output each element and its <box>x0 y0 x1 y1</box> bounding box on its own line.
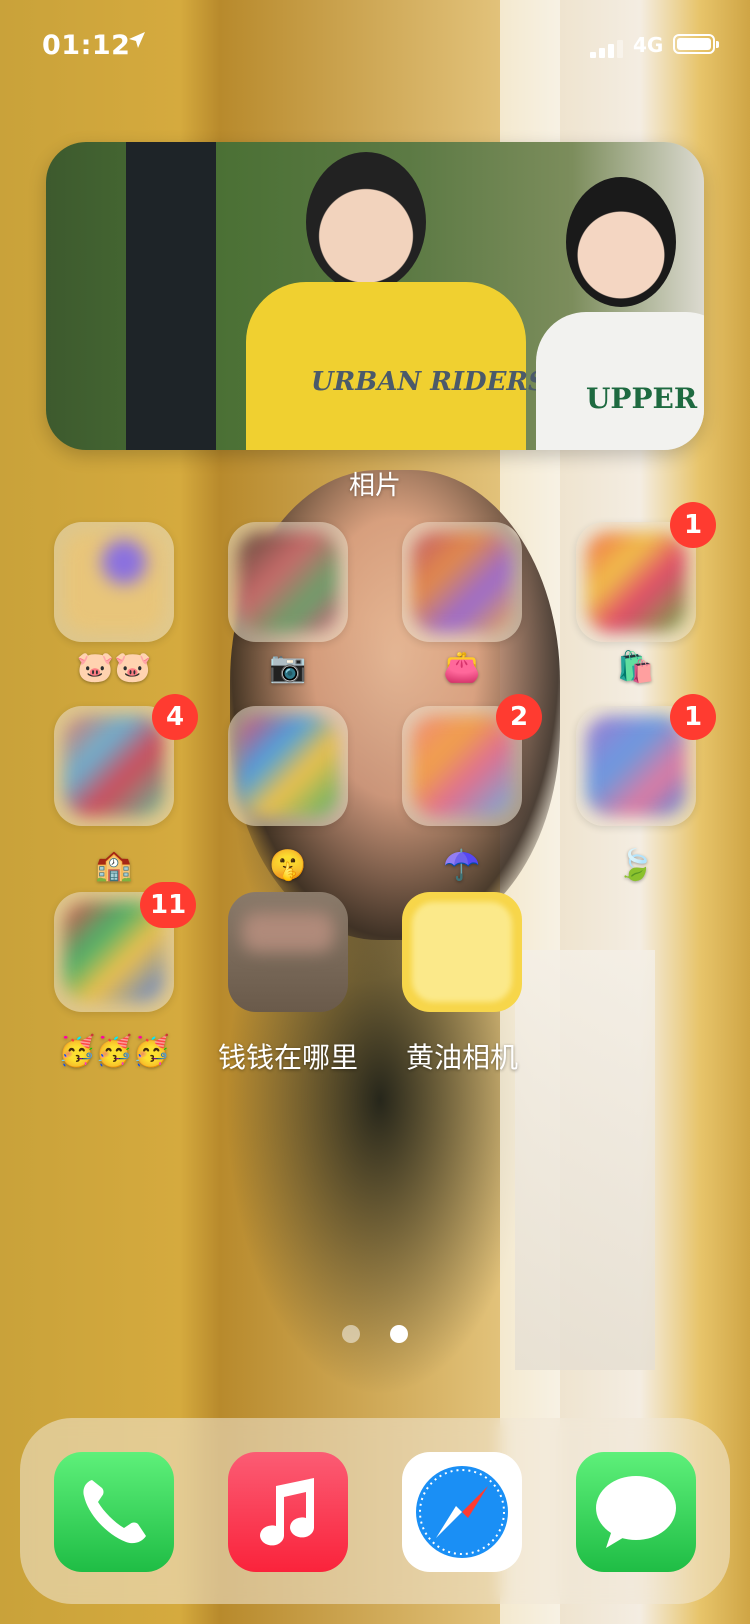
folder-6[interactable] <box>228 706 348 826</box>
folder-1[interactable] <box>54 522 174 642</box>
folder-1-label: 🐷🐷 <box>76 650 152 685</box>
widget-photo-person <box>306 152 426 292</box>
butter-camera-label: 黄油相机 <box>405 1041 518 1074</box>
folder-8-badge: 1 <box>670 694 716 740</box>
widget-photo-person-2 <box>566 177 676 307</box>
folder-4-badge: 1 <box>670 502 716 548</box>
status-bar: 01:12 4G <box>0 0 750 90</box>
widget-photo-shirt-text-2: UPPER <box>586 382 698 415</box>
butter-camera-icon[interactable] <box>402 892 522 1012</box>
money-app-label: 钱钱在哪里 <box>217 1041 358 1074</box>
folder-contents <box>64 532 164 632</box>
widget-label: 相片 <box>348 471 401 501</box>
folder-contents <box>412 532 512 632</box>
compass-icon[interactable] <box>402 1452 522 1572</box>
clock-time: 01:12 <box>42 30 131 61</box>
folder-9-badge: 11 <box>140 882 197 928</box>
money-app-icon-blur <box>242 912 334 952</box>
folder-contents <box>586 716 686 816</box>
folder-contents <box>64 716 164 816</box>
folder-3[interactable] <box>402 522 522 642</box>
folder-contents <box>238 716 338 816</box>
folder-9-label: 🥳🥳🥳 <box>57 1034 171 1069</box>
folder-2-label: 📷 <box>269 650 307 685</box>
photos-widget[interactable]: URBAN RIDERS UPPER <box>46 142 704 450</box>
folder-contents <box>412 716 512 816</box>
battery-icon <box>673 34 719 54</box>
page-dot-1[interactable] <box>342 1325 361 1343</box>
wallpaper-door <box>515 950 655 1370</box>
folder-contents <box>586 532 686 632</box>
folder-4-label: 🛍️ <box>617 650 655 685</box>
butter-camera-icon-inner <box>412 902 512 1002</box>
widget-photo-shirt-text: URBAN RIDERS <box>311 367 547 397</box>
folder-contents <box>238 532 338 632</box>
folder-5-badge: 4 <box>152 694 198 740</box>
cellular-signal-icon <box>590 38 626 58</box>
folder-5-label: 🏫 <box>95 848 133 883</box>
folder-3-label: 👛 <box>443 650 481 685</box>
network-type: 4G <box>633 33 664 57</box>
widget-photo-background <box>126 142 216 450</box>
folder-7-label: ☂️ <box>443 848 481 883</box>
folder-2[interactable] <box>228 522 348 642</box>
music-note-icon[interactable] <box>228 1452 348 1572</box>
folder-7-badge: 2 <box>496 694 542 740</box>
page-dot-2[interactable] <box>389 1325 408 1343</box>
page-indicator[interactable] <box>0 1325 750 1347</box>
money-app-icon[interactable] <box>228 892 348 1012</box>
speech-bubble-icon[interactable] <box>576 1452 696 1572</box>
widget-photo-person-2-shirt <box>536 312 704 450</box>
widget-photo-person-shirt <box>246 282 526 450</box>
folder-8-label: 🍃 <box>617 848 655 883</box>
phone-icon[interactable] <box>54 1452 174 1572</box>
folder-6-label: 🤫 <box>269 848 307 883</box>
location-arrow-icon <box>127 30 147 56</box>
